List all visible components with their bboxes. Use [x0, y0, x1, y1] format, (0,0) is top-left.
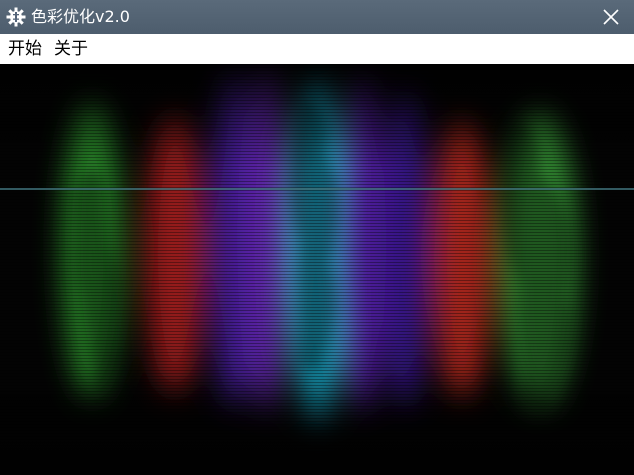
app-window: 色彩优化v2.0 开始 关于 — [0, 0, 634, 475]
menu-item-start[interactable]: 开始 — [0, 34, 48, 64]
title-bar[interactable]: 色彩优化v2.0 — [0, 0, 634, 34]
visualization-canvas — [0, 64, 634, 475]
gear-icon — [6, 7, 26, 27]
menu-bar: 开始 关于 — [0, 34, 634, 64]
color-visualization — [0, 64, 634, 475]
window-title: 色彩优化v2.0 — [31, 7, 130, 26]
close-button[interactable] — [588, 0, 634, 34]
menu-item-about[interactable]: 关于 — [48, 34, 94, 64]
close-icon — [603, 9, 619, 25]
